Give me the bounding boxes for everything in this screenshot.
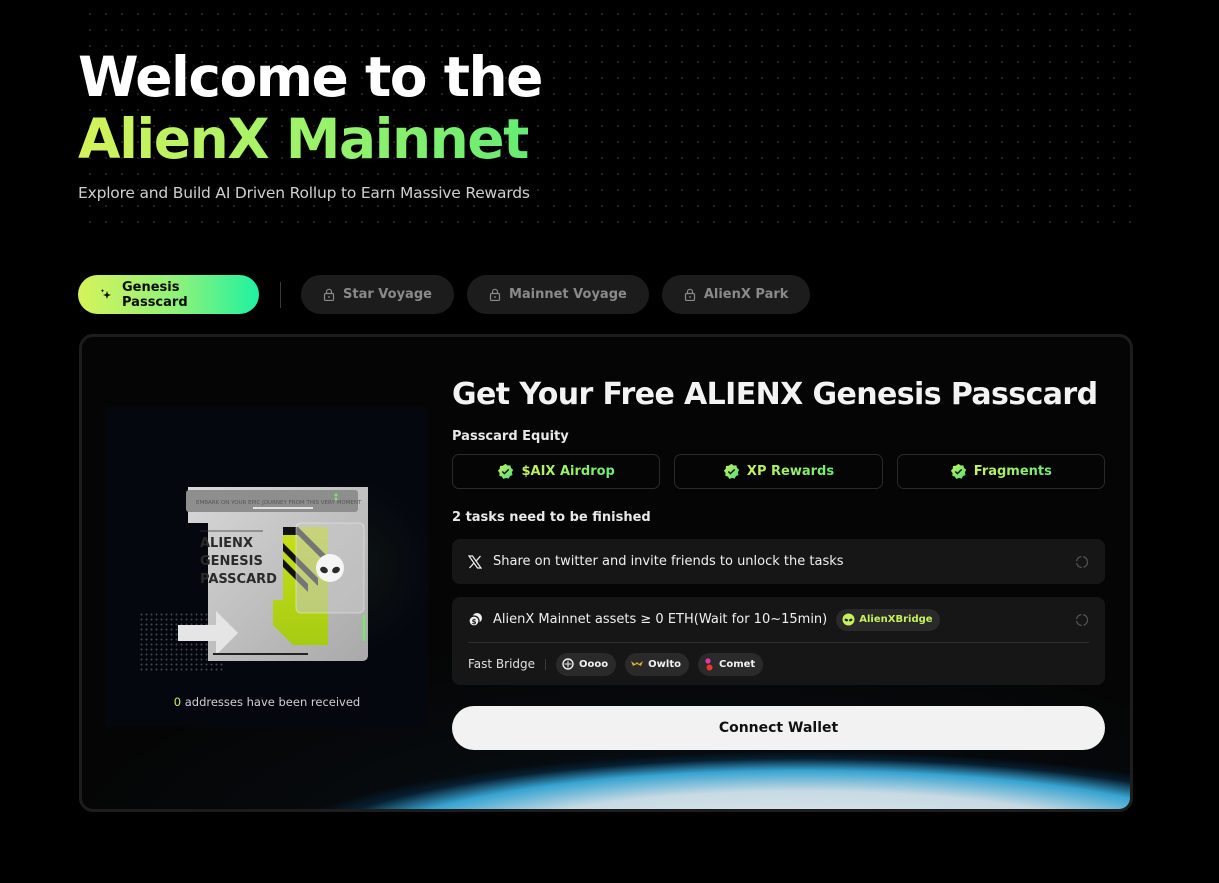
fast-bridge-row: Fast Bridge Oooo Owlto Comet xyxy=(468,643,1089,685)
passcard-details: Get Your Free ALIENX Genesis Passcard Pa… xyxy=(452,375,1105,750)
passcard-card: EMBARK ON YOUR EPIC JOURNEY FROM THIS VE… xyxy=(79,334,1133,812)
bridge-badge-label: AlienXBridge xyxy=(859,614,933,625)
bridge-option-owlto[interactable]: Owlto xyxy=(625,652,689,676)
verified-badge-icon xyxy=(723,463,740,479)
passcard-art-title-3: PASSCARD xyxy=(200,572,277,587)
tab-label: AlienX Park xyxy=(703,287,789,302)
comet-logo-icon xyxy=(705,657,713,670)
tasks-label: 2 tasks need to be finished xyxy=(452,510,651,525)
alienx-bridge-link[interactable]: AlienXBridge xyxy=(836,608,940,631)
tab-label: Genesis Passcard xyxy=(122,279,188,310)
equity-fragments: Fragments xyxy=(896,454,1105,489)
hero: Welcome to the AlienX Mainnet Explore an… xyxy=(78,45,543,202)
equity-xp-rewards: XP Rewards xyxy=(674,454,883,489)
passcard-art-title-1: ALIENX xyxy=(200,536,253,551)
tab-mainnet-voyage[interactable]: Mainnet Voyage xyxy=(466,275,649,314)
loading-spinner-icon xyxy=(1075,613,1089,627)
task-text: AlienX Mainnet assets ≥ 0 ETH(Wait for 1… xyxy=(493,612,828,627)
tab-bar: Genesis Passcard Star Voyage Mainnet Voy… xyxy=(78,275,811,314)
task-mainnet-assets: $ AlienX Mainnet assets ≥ 0 ETH(Wait for… xyxy=(452,597,1105,685)
alien-logo-icon xyxy=(842,613,855,626)
addresses-received-count: 0 addresses have been received xyxy=(106,695,428,709)
tab-star-voyage[interactable]: Star Voyage xyxy=(301,275,454,314)
passcard-preview: EMBARK ON YOUR EPIC JOURNEY FROM THIS VE… xyxy=(106,407,436,727)
oooo-logo-icon xyxy=(562,658,574,670)
alien-logo-icon xyxy=(316,554,344,582)
tab-label: Star Voyage xyxy=(343,287,432,302)
tab-genesis-passcard[interactable]: Genesis Passcard xyxy=(78,275,259,314)
tab-alienx-park[interactable]: AlienX Park xyxy=(661,275,811,314)
lock-icon xyxy=(489,288,501,301)
sparkle-icon xyxy=(100,288,114,302)
loading-spinner-icon xyxy=(1075,555,1089,569)
lock-icon xyxy=(323,288,335,301)
lock-icon xyxy=(684,288,696,301)
equity-label: Passcard Equity xyxy=(452,429,569,444)
tab-label: Mainnet Voyage xyxy=(508,287,627,302)
coins-icon: $ xyxy=(468,612,484,627)
x-twitter-icon xyxy=(468,554,484,569)
passcard-art-header: EMBARK ON YOUR EPIC JOURNEY FROM THIS VE… xyxy=(196,500,362,506)
svg-text:$: $ xyxy=(472,618,477,626)
tab-divider xyxy=(280,281,281,308)
task-share-twitter[interactable]: Share on twitter and invite friends to u… xyxy=(452,539,1105,584)
equity-aix-airdrop: $AIX Airdrop xyxy=(452,454,661,489)
hero-subtitle: Explore and Build AI Driven Rollup to Ea… xyxy=(78,184,530,202)
verified-badge-icon xyxy=(498,463,514,479)
hero-title: Welcome to the xyxy=(78,45,543,109)
owlto-logo-icon xyxy=(631,661,644,666)
passcard-title: Get Your Free ALIENX Genesis Passcard xyxy=(452,377,1098,412)
fast-bridge-label: Fast Bridge xyxy=(468,657,536,671)
count-suffix: addresses have been received xyxy=(181,695,361,709)
bridge-option-oooo[interactable]: Oooo xyxy=(556,652,617,676)
bridge-option-comet[interactable]: Comet xyxy=(698,652,764,676)
equity-label-text: $AIX Airdrop xyxy=(521,464,615,479)
verified-badge-icon xyxy=(950,463,966,479)
equity-label-text: Fragments xyxy=(973,464,1052,479)
count-value: 0 xyxy=(173,695,182,709)
passcard-image: EMBARK ON YOUR EPIC JOURNEY FROM THIS VE… xyxy=(178,487,368,661)
equity-list: $AIX Airdrop XP Rewards Fragments xyxy=(452,454,1105,489)
task-text: Share on twitter and invite friends to u… xyxy=(493,554,844,569)
equity-label-text: XP Rewards xyxy=(746,464,835,479)
hero-title-accent: AlienX Mainnet xyxy=(78,107,529,171)
passcard-art-title-2: GENESIS xyxy=(200,554,263,569)
connect-wallet-button[interactable]: Connect Wallet xyxy=(452,706,1105,750)
